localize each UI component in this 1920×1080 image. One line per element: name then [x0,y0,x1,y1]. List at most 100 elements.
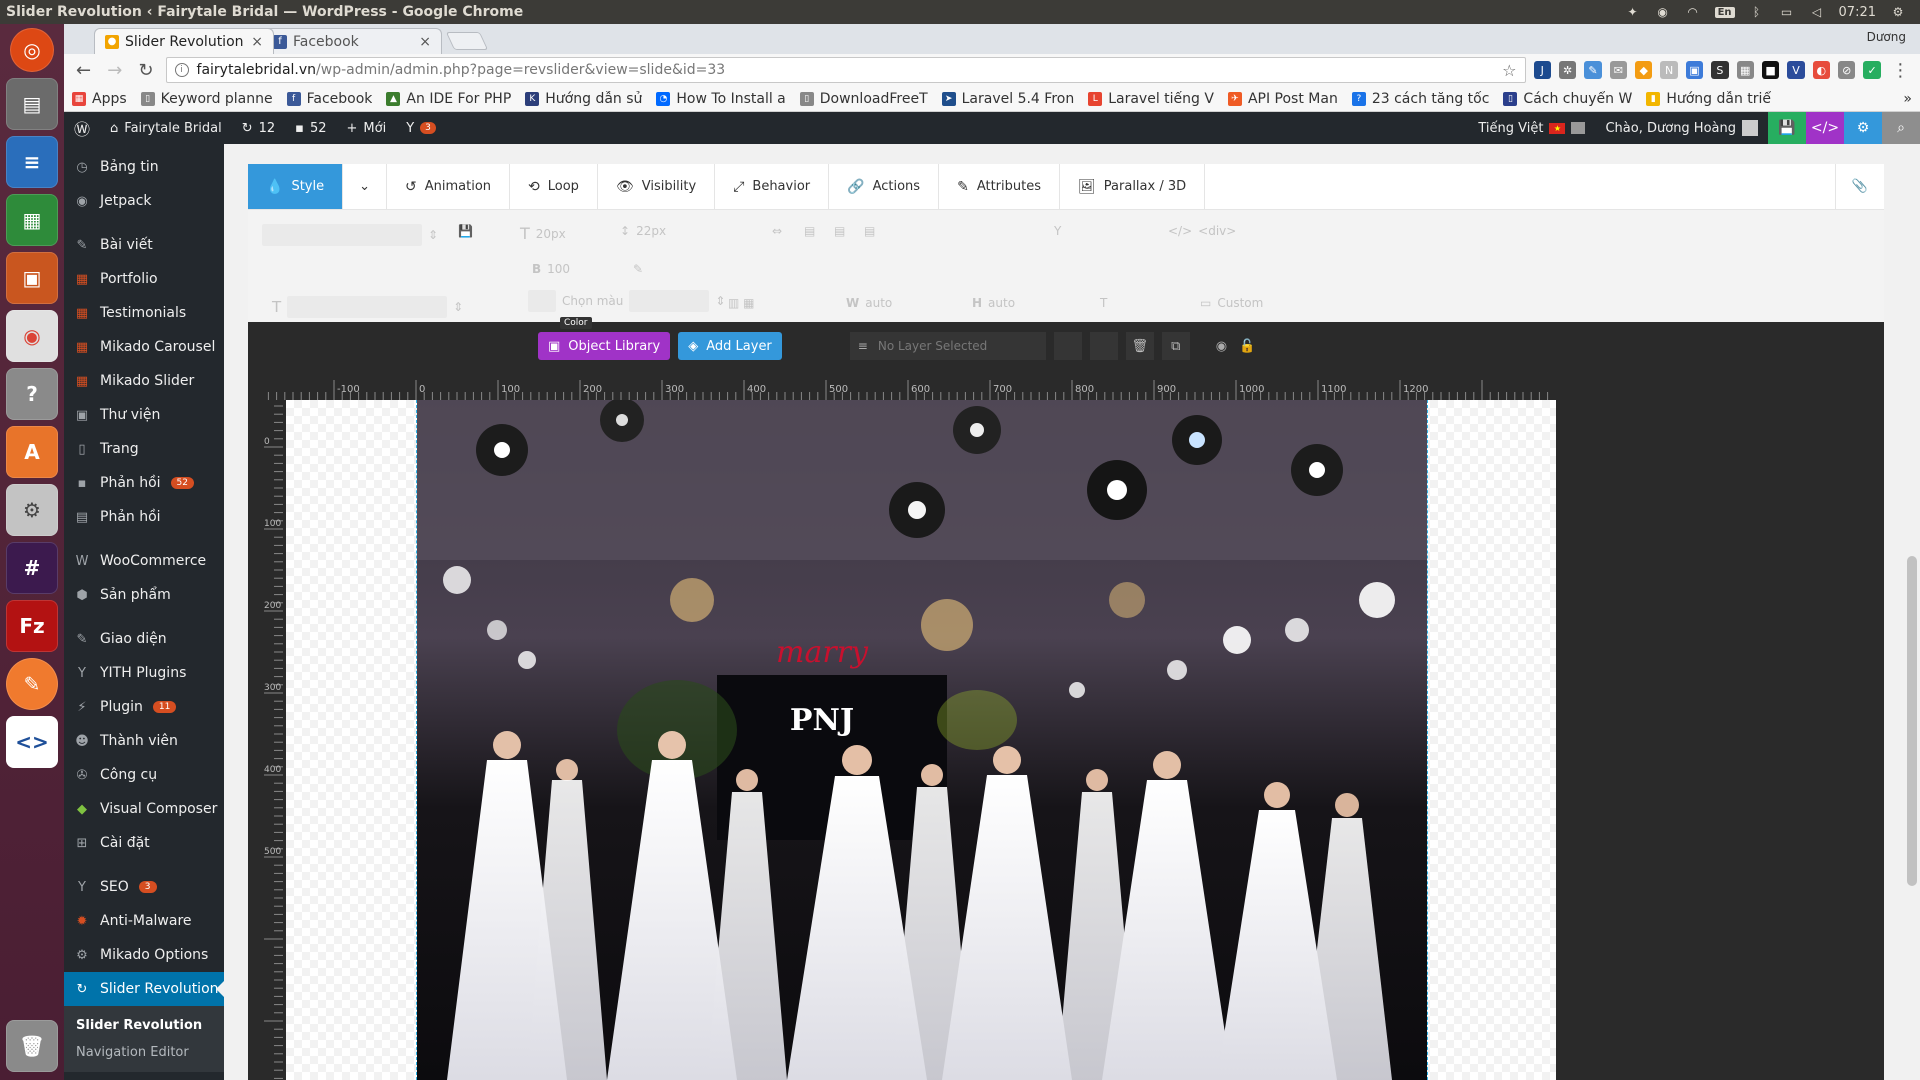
menu-item-media[interactable]: ▣ Thư viện [64,398,224,432]
menu-item-mikado-slider[interactable]: ▦ Mikado Slider [64,364,224,398]
tab-slider-revolution[interactable]: ● Slider Revolution ‹ F × [94,28,274,54]
keyboard-lang-indicator[interactable]: En [1714,6,1735,18]
bookmark-item[interactable]: ▯ Cách chuyển W [1503,91,1632,107]
bookmark-item[interactable]: K Hướng dẫn sử [525,91,642,107]
align-left-icon[interactable]: ⇔ [772,224,782,238]
system-settings-icon[interactable]: ⚙ [6,484,58,536]
new-tab-button[interactable] [445,32,489,50]
site-name-link[interactable]: ⌂ Fairytale Bridal [100,112,232,144]
extension-icon[interactable]: ■ [1761,61,1780,79]
tab-behavior[interactable]: ⤢ Behavior [715,164,830,209]
lock-icon[interactable]: 🔓 [1239,339,1255,354]
forward-icon[interactable]: → [103,58,126,82]
filezilla-icon[interactable]: Fz [6,600,58,652]
menu-item-pages[interactable]: ▯ Trang [64,432,224,466]
tab-style[interactable]: 💧 Style [248,164,344,209]
slider-settings-gear-icon[interactable]: ⚙ [1844,112,1882,144]
menu-item-plugins[interactable]: ⚡ Plugin 11 [64,690,224,724]
html-tag-select[interactable]: </> <div> [1168,224,1236,238]
menu-item-products[interactable]: ⬢ Sản phẩm [64,578,224,612]
tab-animation[interactable]: ↺ Animation [387,164,511,209]
submenu-slider-revolution[interactable]: Slider Revolution [64,1012,224,1039]
extension-icon[interactable]: ✉ [1609,61,1628,79]
updates-link[interactable]: ↻ 12 [232,112,285,144]
chrome-tray-icon[interactable]: ◉ [1655,5,1671,19]
slide-image[interactable]: marry PNJ [416,400,1428,1080]
menu-item-yith-plugins[interactable]: Y YITH Plugins [64,656,224,690]
slack-icon[interactable]: # [6,542,58,594]
extension-icon[interactable]: ▦ [1736,61,1754,79]
bookmarks-overflow-button[interactable]: » [1903,91,1912,107]
y-position-icon[interactable]: Y [1054,224,1061,238]
custom-size-select[interactable]: ▭ Custom [1200,296,1263,310]
bookmark-star-icon[interactable]: ☆ [1502,61,1516,80]
align-justify-icon[interactable]: ▤ [864,224,875,238]
bookmark-item[interactable]: ? 23 cách tăng tốc [1351,91,1489,107]
menu-item-seo[interactable]: Y SEO 3 [64,870,224,904]
code-editor-icon[interactable]: <> [6,716,58,768]
add-layer-button[interactable]: ◈ Add Layer [678,332,782,360]
layer-option-button[interactable] [1053,332,1082,360]
menu-item-settings[interactable]: ⊞ Cài đặt [64,826,224,860]
font-family-select[interactable]: ⇕ [262,224,438,246]
menu-item-tools[interactable]: ✇ Công cụ [64,758,224,792]
extension-icon[interactable]: ✲ [1558,61,1577,79]
menu-item-users[interactable]: ☻ Thành viên [64,724,224,758]
yoast-seo-link[interactable]: Y 3 [396,112,446,144]
comments-link[interactable]: ▪ 52 [285,112,336,144]
layer-selector[interactable]: ≡ No Layer Selected [849,332,1046,360]
more-settings-chevron-down-icon[interactable]: ⌄ [343,164,387,209]
wifi-icon[interactable]: ◠ [1685,5,1701,19]
menu-item-testimonials[interactable]: ▦ Testimonials [64,296,224,330]
brackets-icon[interactable]: ✎ [6,658,58,710]
menu-item-appearance[interactable]: ✎ Giao diện [64,622,224,656]
bookmark-item[interactable]: ◔ How To Install a [656,91,786,107]
align-right-icon[interactable]: ▤ [834,224,845,238]
extension-icon[interactable]: J [1533,61,1551,79]
menu-item-visual-composer[interactable]: ◆ Visual Composer [64,792,224,826]
close-tab-icon[interactable]: × [419,34,431,50]
close-tab-icon[interactable]: × [251,34,263,50]
extension-icon[interactable]: ✎ [1584,61,1602,79]
writer-icon[interactable]: ≡ [6,136,58,188]
files-icon[interactable]: ▤ [6,78,58,130]
wordpress-logo-icon[interactable]: Ⓦ [64,112,100,144]
object-library-button[interactable]: ▣ Object Library [538,332,671,360]
layout-grid-icon[interactable]: ▥ ▦ [728,296,755,310]
power-gear-icon[interactable]: ⚙ [1890,5,1906,19]
menu-item-posts[interactable]: ✎ Bài viết [64,228,224,262]
back-icon[interactable]: ← [72,58,95,82]
bookmark-item[interactable]: f Facebook [286,91,372,107]
bookmark-item[interactable]: ▯ DownloadFreeT [799,91,928,107]
extension-icon[interactable]: ◐ [1812,61,1831,79]
font-size-field[interactable]: T 20px [520,224,566,243]
impress-icon[interactable]: ▣ [6,252,58,304]
menu-item-jetpack[interactable]: ◉ Jetpack [64,184,224,218]
bookmark-item[interactable]: ▯ Keyword planne [140,91,273,107]
bookmark-item[interactable]: ▲ An IDE For PHP [386,91,511,107]
menu-item-anti-malware[interactable]: ✹ Anti-Malware [64,904,224,938]
text-wrap-icon[interactable]: T [1100,296,1107,310]
delete-layer-icon[interactable]: 🗑 [1125,332,1154,360]
tab-loop[interactable]: ⟲ Loop [510,164,598,209]
layer-option-button[interactable] [1089,332,1118,360]
address-bar[interactable]: i fairytalebridal.vn /wp-admin/admin.php… [165,57,1526,83]
width-field[interactable]: Wauto [846,296,892,310]
user-account-menu[interactable]: Chào, Dương Hoàng [1595,112,1768,144]
menu-item-slider-revolution[interactable]: ↻ Slider Revolution [64,972,224,1006]
new-content-link[interactable]: + Mới [337,112,397,144]
bookmark-item[interactable]: ➤ Laravel 5.4 Fron [941,91,1074,107]
bluetooth-icon[interactable]: ᛒ [1749,5,1765,19]
duplicate-layer-icon[interactable]: ⧉ [1161,332,1190,360]
extension-icon[interactable]: ⊘ [1838,61,1856,79]
bookmark-item[interactable]: ▮ Hướng dẫn triể [1646,91,1771,107]
extension-icon[interactable]: ◆ [1635,61,1653,79]
scrollbar-thumb[interactable] [1907,556,1917,886]
pencil-icon[interactable]: ✎ [633,262,643,276]
align-center-icon[interactable]: ▤ [804,224,815,238]
bookmark-item[interactable]: L Laravel tiếng V [1088,91,1214,107]
menu-item-woocommerce[interactable]: W WooCommerce [64,544,224,578]
preview-search-icon[interactable]: ⌕ [1882,112,1920,144]
help-icon[interactable]: ? [6,368,58,420]
dropbox-icon[interactable]: ✦ [1625,5,1641,19]
